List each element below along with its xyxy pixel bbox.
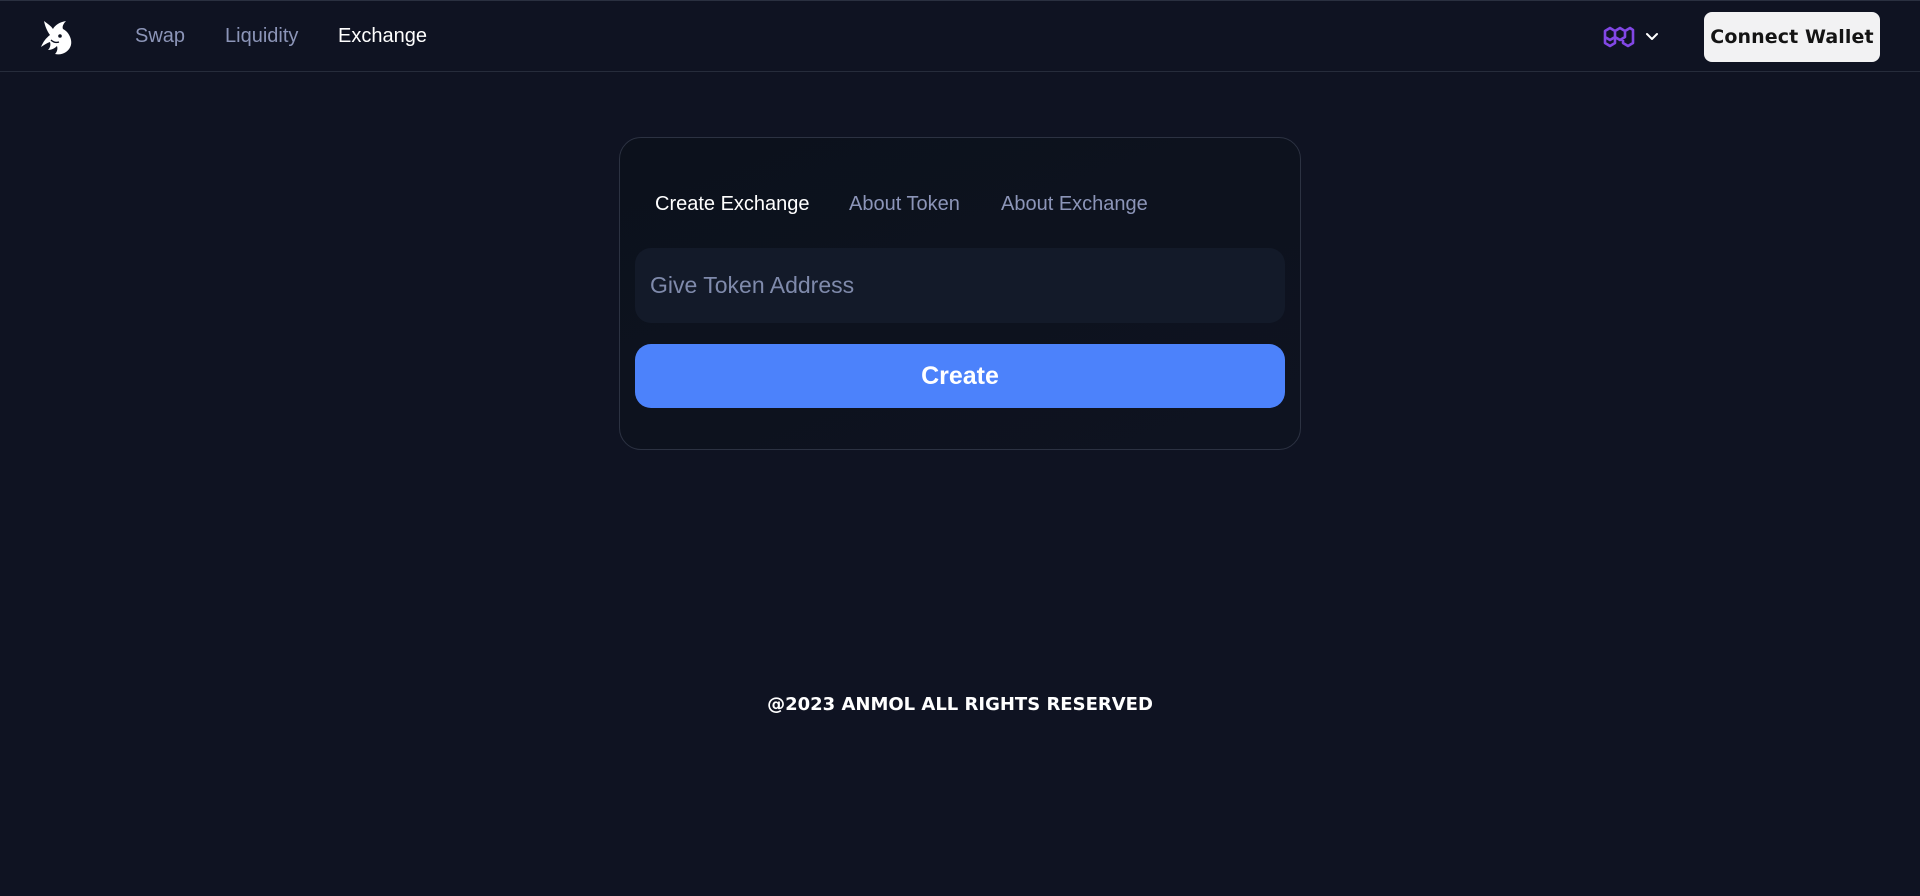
- nav-link-exchange[interactable]: Exchange: [338, 24, 427, 48]
- tab-about-exchange[interactable]: About Exchange: [1001, 192, 1148, 216]
- tab-about-token[interactable]: About Token: [849, 192, 960, 216]
- network-selector[interactable]: [1601, 19, 1665, 55]
- nav-link-swap[interactable]: Swap: [135, 24, 185, 48]
- tab-create-exchange[interactable]: Create Exchange: [655, 192, 810, 216]
- connect-wallet-button[interactable]: Connect Wallet: [1704, 12, 1880, 62]
- create-button[interactable]: Create: [635, 344, 1285, 408]
- unicorn-logo-icon[interactable]: [38, 18, 74, 56]
- footer-copyright: @2023 ANMOL ALL RIGHTS RESERVED: [767, 694, 1153, 715]
- polygon-icon: [1603, 22, 1635, 52]
- create-exchange-card: Create Exchange About Token About Exchan…: [619, 137, 1301, 450]
- chevron-down-icon: [1645, 30, 1659, 44]
- top-navigation-bar: Swap Liquidity Exchange Connect Wallet: [0, 1, 1920, 72]
- nav-link-liquidity[interactable]: Liquidity: [225, 24, 298, 48]
- token-address-input[interactable]: [635, 248, 1285, 323]
